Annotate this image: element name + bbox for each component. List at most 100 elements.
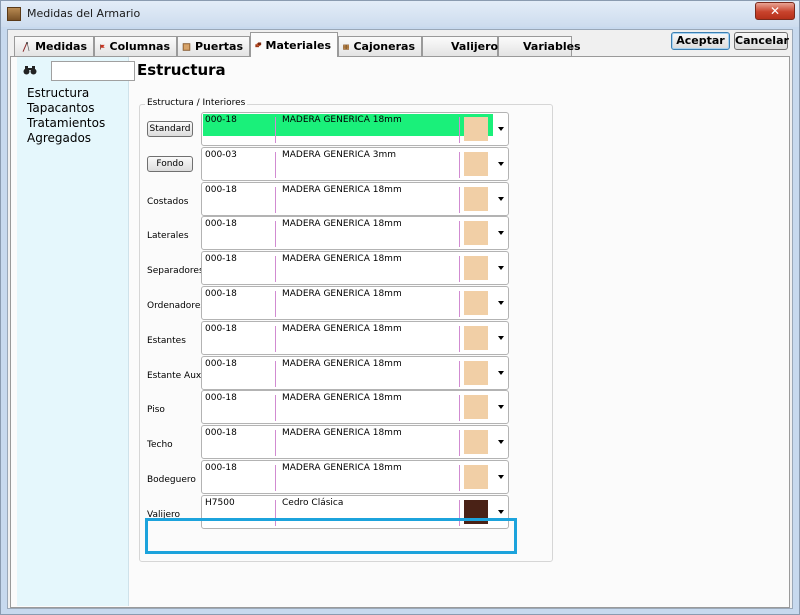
tree-item-agregados[interactable]: Agregados [27, 131, 105, 146]
tree-item-tapacantos[interactable]: Tapacantos [27, 101, 105, 116]
material-combo[interactable]: 000-18 MADERA GENERICA 18mm [201, 286, 509, 320]
material-swatch [464, 465, 488, 489]
column-divider [459, 326, 460, 352]
material-description: MADERA GENERICA 18mm [282, 324, 402, 334]
dropdown-arrow-icon[interactable] [498, 266, 504, 270]
material-code: 000-18 [205, 393, 237, 403]
compass-icon [22, 41, 30, 52]
material-code: 000-18 [205, 185, 237, 195]
accept-button[interactable]: Aceptar [671, 32, 730, 50]
material-description: Cedro Clásica [282, 498, 344, 508]
tab-cajoneras[interactable]: Cajoneras [338, 36, 422, 56]
column-divider [459, 361, 460, 387]
material-row: Fondo 000-03 MADERA GENERICA 3mm [143, 147, 515, 181]
dropdown-arrow-icon[interactable] [498, 336, 504, 340]
row-label: Estantes [147, 336, 186, 346]
material-description: MADERA GENERICA 18mm [282, 185, 402, 195]
column-divider [275, 361, 276, 387]
material-combo[interactable]: 000-18 MADERA GENERICA 18mm [201, 356, 509, 390]
title-bar[interactable]: Medidas del Armario ✕ [1, 1, 799, 27]
column-divider [275, 430, 276, 456]
row-label: Separadores [147, 266, 204, 276]
flag-icon [100, 43, 105, 50]
material-code: 000-18 [205, 254, 237, 264]
material-combo[interactable]: 000-03 MADERA GENERICA 3mm [201, 147, 509, 181]
material-combo[interactable]: 000-18 MADERA GENERICA 18mm [201, 182, 509, 216]
tab-label: Puertas [194, 40, 243, 53]
tab-variables[interactable]: Variables [498, 36, 581, 56]
dropdown-arrow-icon[interactable] [498, 475, 504, 479]
material-row: Estantes 000-18 MADERA GENERICA 18mm [143, 321, 515, 355]
dropdown-arrow-icon[interactable] [498, 301, 504, 305]
tab-label: Medidas [35, 40, 87, 53]
material-row: Piso 000-18 MADERA GENERICA 18mm [143, 390, 515, 424]
material-swatch [464, 395, 488, 419]
row-label: Laterales [147, 231, 189, 241]
dropdown-arrow-icon[interactable] [498, 127, 504, 131]
materials-panel: Estructura Tapacantos Tratamientos Agreg… [10, 57, 790, 608]
material-combo[interactable]: 000-18 MADERA GENERICA 18mm [201, 251, 509, 285]
material-combo[interactable]: 000-18 MADERA GENERICA 18mm [201, 216, 509, 250]
column-divider [459, 465, 460, 491]
dropdown-arrow-icon[interactable] [498, 405, 504, 409]
material-combo[interactable]: 000-18 MADERA GENERICA 18mm [201, 390, 509, 424]
material-code: 000-18 [205, 115, 237, 125]
tree-item-tratamientos[interactable]: Tratamientos [27, 116, 105, 131]
tab-columnas[interactable]: Columnas [94, 36, 177, 56]
material-swatch [464, 291, 488, 315]
column-divider [459, 395, 460, 421]
column-divider [275, 291, 276, 317]
row-label: Costados [147, 197, 189, 207]
material-combo[interactable]: 000-18 MADERA GENERICA 18mm [201, 321, 509, 355]
selection-highlight-end [488, 114, 492, 136]
column-divider [275, 256, 276, 282]
tab-medidas[interactable]: Medidas [14, 36, 94, 56]
material-row: Standard 000-18 MADERA GENERICA 18mm [143, 112, 515, 146]
material-code: 000-18 [205, 219, 237, 229]
column-divider [459, 152, 460, 178]
category-pane: Estructura Tapacantos Tratamientos Agreg… [17, 57, 135, 606]
material-description: MADERA GENERICA 18mm [282, 254, 402, 264]
dropdown-arrow-icon[interactable] [498, 162, 504, 166]
close-button[interactable]: ✕ [755, 2, 795, 20]
material-description: MADERA GENERICA 18mm [282, 115, 402, 125]
material-swatch [464, 326, 488, 350]
row-label-button[interactable]: Standard [147, 121, 193, 137]
material-combo[interactable]: 000-18 MADERA GENERICA 18mm [201, 425, 509, 459]
column-divider [275, 187, 276, 213]
row-label: Techo [147, 440, 173, 450]
material-swatch [464, 152, 488, 176]
tree-item-estructura[interactable]: Estructura [27, 86, 105, 101]
tab-puertas[interactable]: Puertas [177, 36, 250, 56]
dropdown-arrow-icon[interactable] [498, 231, 504, 235]
material-row: Ordenadores 000-18 MADERA GENERICA 18mm [143, 286, 515, 320]
material-combo[interactable]: 000-18 MADERA GENERICA 18mm [201, 112, 509, 146]
material-swatch [464, 117, 488, 141]
material-swatch [464, 361, 488, 385]
dropdown-arrow-icon[interactable] [498, 197, 504, 201]
column-divider [459, 256, 460, 282]
material-swatch [464, 187, 488, 211]
material-swatch [464, 221, 488, 245]
material-code: 000-18 [205, 428, 237, 438]
row-label-button[interactable]: Fondo [147, 156, 193, 172]
window-title: Medidas del Armario [27, 7, 141, 20]
material-description: MADERA GENERICA 18mm [282, 219, 402, 229]
tab-valijero[interactable]: Valijero [422, 36, 498, 56]
tab-label: Cajoneras [353, 40, 415, 53]
search-input[interactable] [51, 61, 135, 81]
dropdown-arrow-icon[interactable] [498, 440, 504, 444]
focus-ring [145, 518, 517, 554]
dropdown-arrow-icon[interactable] [498, 371, 504, 375]
tab-materiales[interactable]: Materiales [250, 32, 338, 57]
row-label: Piso [147, 405, 165, 415]
cancel-button[interactable]: Cancelar [734, 32, 789, 50]
material-description: MADERA GENERICA 18mm [282, 359, 402, 369]
material-row: Laterales 000-18 MADERA GENERICA 18mm [143, 216, 515, 250]
column-divider [459, 187, 460, 213]
main-window: Medidas del Armario ✕ Medidas Columnas P… [0, 0, 800, 615]
material-row: Estante Aux. 000-18 MADERA GENERICA 18mm [143, 356, 515, 390]
material-combo[interactable]: 000-18 MADERA GENERICA 18mm [201, 460, 509, 494]
dropdown-arrow-icon[interactable] [498, 510, 504, 514]
column-divider [275, 395, 276, 421]
